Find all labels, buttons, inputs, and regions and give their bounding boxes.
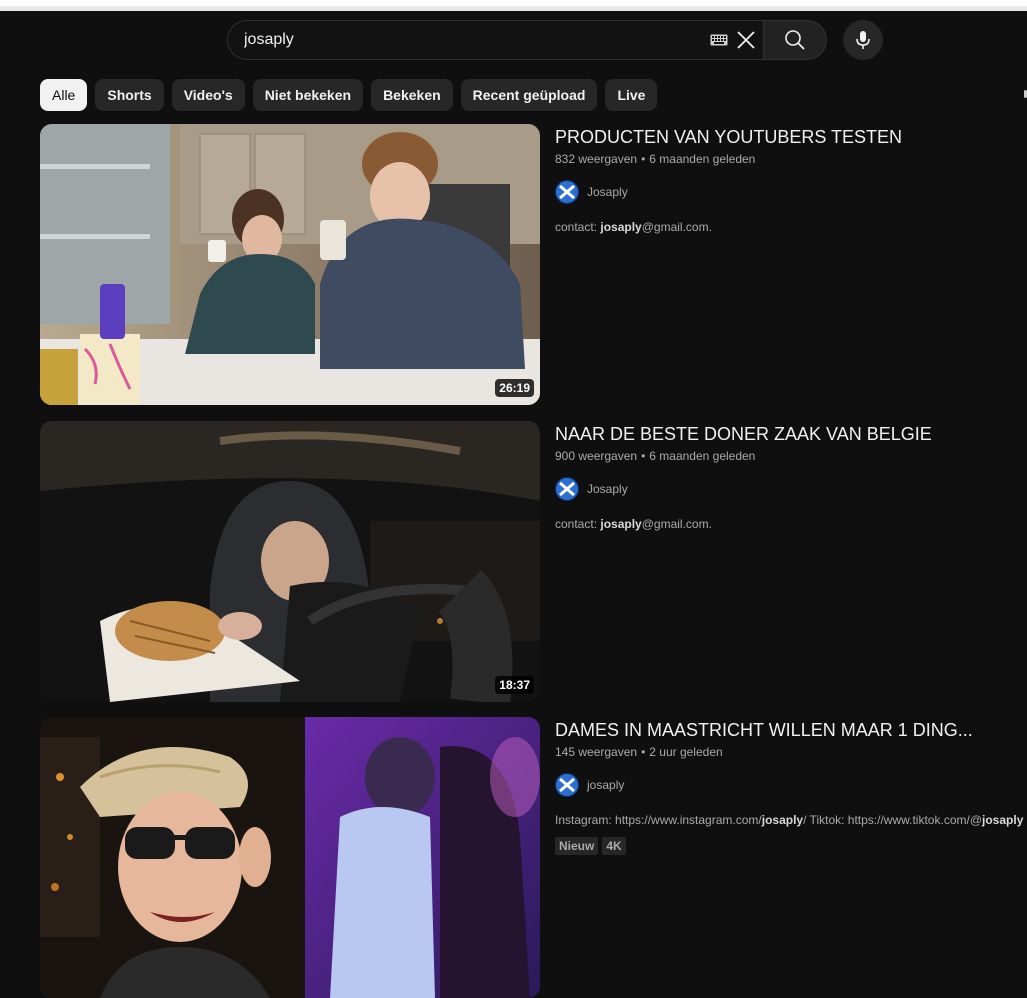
video-duration: 18:37 [495,676,534,694]
channel-name[interactable]: Josaply [587,482,628,496]
channel-name[interactable]: josaply [587,778,624,792]
view-count: 832 weergaven [555,152,638,166]
video-meta: 900 weergaven • 6 maanden geleden [555,447,1027,465]
search-box[interactable] [227,20,764,60]
search-button[interactable] [763,20,827,60]
search-icon [785,30,805,50]
channel-link[interactable]: josaply [555,773,1027,797]
video-description: contact: josaply@gmail.com. [555,220,712,234]
video-description: Instagram: https://www.instagram.com/jos… [555,813,1024,827]
video-title[interactable]: NAAR DE BESTE DONER ZAAK VAN BELGIE [555,421,1027,447]
video-result: DAMES IN MAASTRICHT WILLEN MAAR 1 DING..… [40,717,1027,998]
chip-unwatched[interactable]: Niet bekeken [252,79,364,111]
view-count: 900 weergaven [555,449,638,463]
video-duration: 26:19 [495,379,534,397]
video-title[interactable]: PRODUCTEN VAN YOUTUBERS TESTEN [555,124,1027,150]
upload-age: 6 maanden geleden [649,152,756,166]
chip-recently-uploaded[interactable]: Recent geüpload [460,79,598,111]
chip-shorts[interactable]: Shorts [95,79,164,111]
avatar[interactable] [555,477,579,501]
thumbnail-image [40,124,540,405]
voice-search-button[interactable] [843,20,883,60]
chip-watched[interactable]: Bekeken [371,79,453,111]
chip-live[interactable]: Live [605,79,658,111]
video-title[interactable]: DAMES IN MAASTRICHT WILLEN MAAR 1 DING..… [555,717,1027,743]
close-icon[interactable] [736,30,756,50]
video-description: contact: josaply@gmail.com. [555,517,712,531]
thumbnail-image [40,421,540,702]
browser-top-strip-shade [0,6,1027,11]
meta-separator: • [641,152,646,166]
video-thumbnail[interactable]: 26:19 [40,124,540,405]
avatar[interactable] [555,180,579,204]
meta-separator: • [641,449,646,463]
video-badges: Nieuw 4K [555,837,1027,855]
video-thumbnail[interactable]: 18:37 [40,421,540,702]
channel-name[interactable]: Josaply [587,185,628,199]
upload-age: 6 maanden geleden [649,449,756,463]
video-info: DAMES IN MAASTRICHT WILLEN MAAR 1 DING..… [555,717,1027,855]
video-info: NAAR DE BESTE DONER ZAAK VAN BELGIE 900 … [555,421,1027,533]
microphone-icon [856,31,870,49]
avatar[interactable] [555,773,579,797]
channel-link[interactable]: Josaply [555,477,1027,501]
video-info: PRODUCTEN VAN YOUTUBERS TESTEN 832 weerg… [555,124,1027,236]
badge-new: Nieuw [555,837,599,855]
thumbnail-image [40,717,540,998]
view-count: 145 weergaven [555,745,638,759]
upload-age: 2 uur geleden [649,745,723,759]
chip-videos[interactable]: Video's [171,79,245,111]
filter-chips: Alle Shorts Video's Niet bekeken Bekeken… [40,79,658,111]
video-meta: 832 weergaven • 6 maanden geleden [555,150,1027,168]
keyboard-icon[interactable] [710,34,728,46]
video-thumbnail[interactable] [40,717,540,998]
channel-link[interactable]: Josaply [555,180,1027,204]
meta-separator: • [641,745,646,759]
video-result: 26:19 PRODUCTEN VAN YOUTUBERS TESTEN 832… [40,124,1027,405]
video-result: 18:37 NAAR DE BESTE DONER ZAAK VAN BELGI… [40,421,1027,702]
search-input[interactable] [244,31,694,49]
video-meta: 145 weergaven • 2 uur geleden [555,743,1027,761]
badge-4k: 4K [602,837,626,855]
chip-all[interactable]: Alle [40,79,88,111]
